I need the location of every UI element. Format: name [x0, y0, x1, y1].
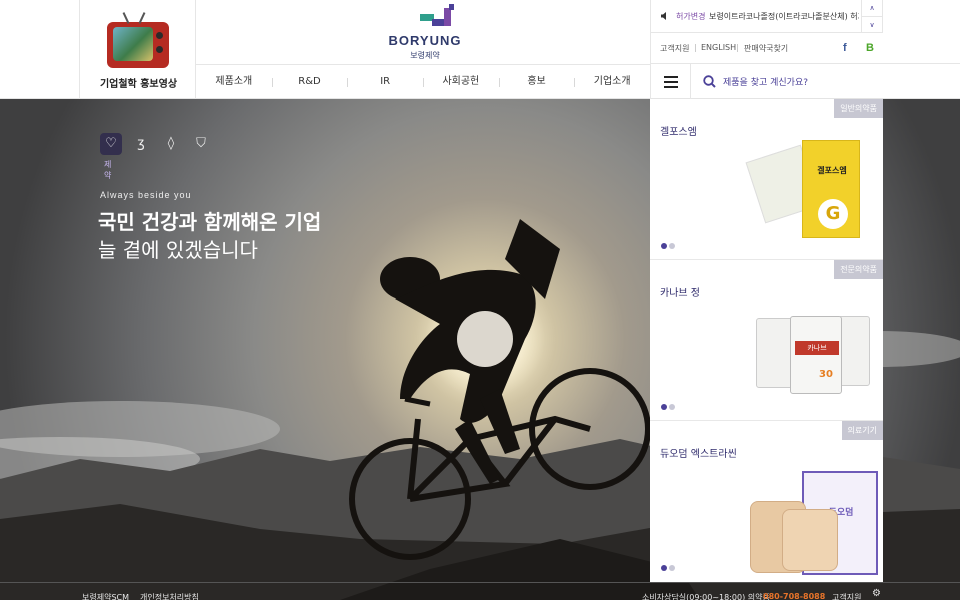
- footer-phone: 080-708-8088: [763, 592, 826, 600]
- logo-name: BORYUNG: [388, 33, 462, 48]
- product-card[interactable]: 일반의약품 겔포스엠 겔포스엠 G: [650, 99, 883, 260]
- utility-area: 허가변경 보령이트라코나졸정(이트라코나졸분산체) 허가 ∧ ∨ 고객지원 EN…: [650, 0, 960, 99]
- footer-consult-text: 소비자상담실(09:00~18:00) 의약품: [642, 593, 770, 600]
- kanarb-dose: 30: [819, 369, 833, 380]
- logo-mark-icon: [418, 4, 460, 28]
- shield-icon[interactable]: ⛉: [190, 133, 212, 155]
- product-panel: 일반의약품 겔포스엠 겔포스엠 G 전문의약품 카나브 정 카나브 30 의료기…: [650, 99, 883, 582]
- nav-pr[interactable]: 홍보: [498, 65, 575, 99]
- nav-company[interactable]: 기업소개: [574, 65, 650, 99]
- search-placeholder: 제품을 찾고 계신가요?: [723, 78, 809, 88]
- chevron-up-icon[interactable]: ∧: [862, 0, 882, 16]
- category-badge: 전문의약품: [834, 260, 883, 279]
- leaf-icon[interactable]: ʒ: [130, 133, 152, 155]
- product-search[interactable]: 제품을 찾고 계신가요?: [691, 64, 960, 99]
- promo-video-label: 기업철학 홍보영상: [99, 79, 178, 90]
- duoderm-product-image: 듀오덤: [750, 471, 880, 577]
- drop-icon[interactable]: ◊: [160, 133, 182, 155]
- blog-icon[interactable]: B: [866, 42, 874, 54]
- gelposm-box-label: 겔포스엠: [817, 166, 847, 175]
- carousel-dots: [661, 395, 677, 414]
- kanarb-product-image: 카나브 30: [756, 312, 872, 396]
- nav-ir[interactable]: IR: [347, 65, 423, 99]
- notice-text[interactable]: 보령이트라코나졸정(이트라코나졸분산체) 허가: [709, 0, 859, 32]
- carousel-dots: [661, 234, 677, 253]
- nav-csr[interactable]: 사회공헌: [423, 65, 499, 99]
- product-card[interactable]: 전문의약품 카나브 정 카나브 30: [650, 260, 883, 421]
- main-nav: 제품소개 R&D IR 사회공헌 홍보 기업소개: [196, 64, 650, 99]
- notice-ticker[interactable]: 허가변경 보령이트라코나졸정(이트라코나졸분산체) 허가: [651, 0, 861, 33]
- search-icon: [703, 75, 716, 88]
- product-name[interactable]: 듀오덤 엑스트라씬: [660, 445, 737, 460]
- speaker-icon: [661, 12, 666, 20]
- link-customer-support[interactable]: 고객지원: [660, 43, 689, 54]
- hamburger-menu-button[interactable]: [651, 64, 691, 99]
- footer-support-link[interactable]: 고객지원: [832, 592, 861, 600]
- nav-rnd[interactable]: R&D: [271, 65, 348, 99]
- logo-korean: 보령제약: [410, 51, 440, 60]
- product-name[interactable]: 겔포스엠: [660, 123, 697, 138]
- footer-scm-link[interactable]: 보령제약SCM: [82, 592, 129, 600]
- active-category-label: 제약: [104, 160, 112, 180]
- hero-subheadline: 늘 곁에 있겠습니다: [98, 238, 258, 262]
- product-card[interactable]: 의료기기 듀오덤 엑스트라씬 듀오덤: [650, 421, 883, 582]
- promo-video-link[interactable]: 기업철학 홍보영상: [79, 0, 196, 99]
- gear-icon[interactable]: ⚙: [872, 588, 881, 599]
- link-english[interactable]: ENGLISH: [701, 43, 736, 52]
- notice-tag: 허가변경: [676, 12, 706, 21]
- site-header: 기업철학 홍보영상 BORYUNG 보령제약 제품소개 R&D IR 사회공헌 …: [0, 0, 960, 99]
- site-footer: 보령제약SCM 개인정보처리방침 소비자상담실(09:00~18:00) 의약품…: [0, 582, 960, 600]
- gelposm-product-image: 겔포스엠 G: [745, 134, 862, 240]
- carousel-dots: [661, 556, 677, 575]
- product-name[interactable]: 카나브 정: [660, 284, 700, 299]
- utility-links: 고객지원 ENGLISH 판매약국찾기 f B: [651, 33, 960, 64]
- kanarb-label: 카나브: [795, 341, 839, 355]
- nav-products[interactable]: 제품소개: [196, 65, 272, 99]
- category-badge: 의료기기: [841, 421, 883, 440]
- heart-icon[interactable]: ♡: [100, 133, 122, 155]
- chevron-down-icon[interactable]: ∨: [862, 16, 882, 32]
- hero-headline: 국민 건강과 함께해온 기업: [98, 210, 322, 234]
- category-badge: 일반의약품: [834, 99, 883, 118]
- tv-icon: [107, 12, 169, 68]
- notice-controls: ∧ ∨: [861, 0, 883, 33]
- footer-privacy-link[interactable]: 개인정보처리방침: [140, 592, 199, 600]
- boryung-logo[interactable]: BORYUNG 보령제약: [382, 4, 468, 60]
- hero-tagline: Always beside you: [100, 190, 192, 200]
- gelposm-logo-letter: G: [818, 199, 848, 229]
- facebook-icon[interactable]: f: [843, 42, 847, 54]
- link-pharmacy-finder[interactable]: 판매약국찾기: [744, 43, 788, 54]
